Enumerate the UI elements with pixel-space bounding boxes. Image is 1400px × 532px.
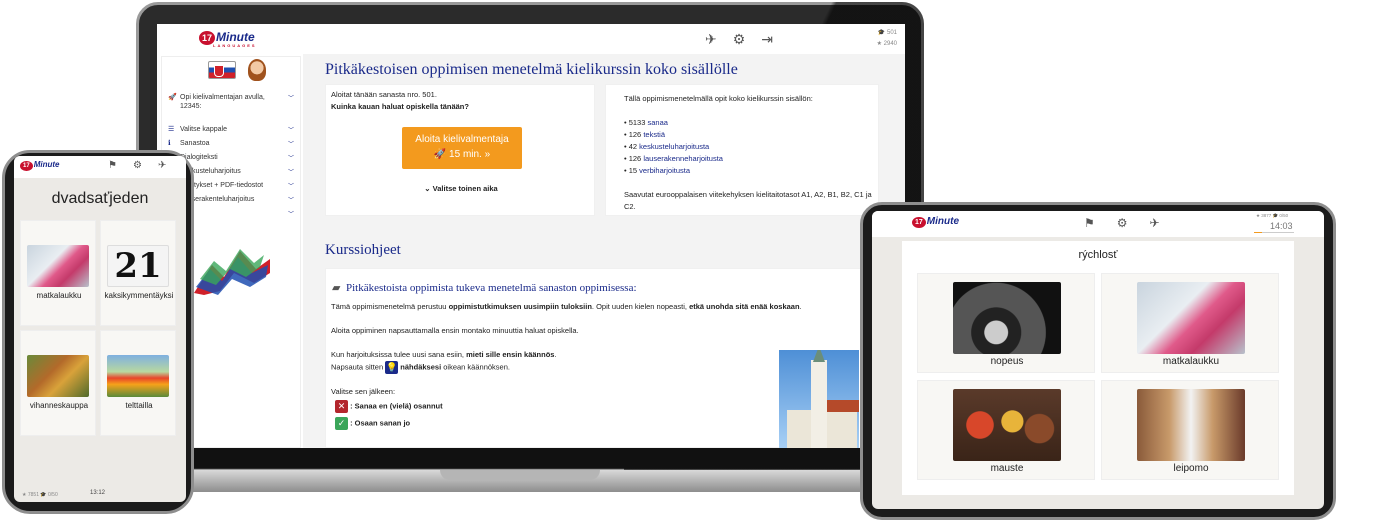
teacher-avatar[interactable] [248, 59, 266, 81]
logout-icon[interactable]: ⇥ [761, 31, 773, 48]
laptop-notch [440, 470, 600, 480]
tablet-top-bar: 17 Minute ⚑ ⚙ ✈︎ ★ 3877 🎓 0/50 14:03 [872, 211, 1324, 237]
phone-screen: 17 Minute ⚑ ⚙ ✈︎ dvadsaťjeden matkalaukku… [14, 156, 186, 502]
tent-image [107, 355, 169, 397]
phone-timer: 13:12 [90, 490, 106, 496]
timer-progress-bar [1254, 232, 1294, 233]
section-title: Kurssiohjeet [325, 242, 401, 258]
tablet-top-icons: ⚑ ⚙ ✈︎ [1084, 216, 1160, 230]
check-icon: ✓ [335, 417, 348, 430]
phone-top-bar: 17 Minute ⚑ ⚙ ✈︎ [14, 156, 186, 178]
exercise-panel: rýchlosť nopeus matkalaukku mauste leipo… [902, 241, 1294, 495]
content-item-conversations: • 42 keskusteluharjoitusta [624, 142, 710, 151]
top-icons: ✈︎ ⚙ ⇥ [705, 31, 773, 48]
chevron-down-icon: ﹀ [287, 142, 294, 148]
content-item-words: • 5133 sanaa [624, 118, 668, 127]
content-card: Tällä oppimismenetelmällä opit koko kiel… [605, 84, 879, 216]
device-showcase: 17 Minute LANGUAGES ✈︎ ⚙ ⇥ 🎓 501 ★ 2940 🚀… [0, 0, 1400, 532]
answer-tile[interactable]: mauste [917, 380, 1095, 480]
vocab-icon: ℹ [168, 140, 171, 147]
answer-tile[interactable]: telttailla [100, 330, 176, 436]
lightbulb-icon: 💡 [385, 361, 399, 374]
vegetable-shop-image [27, 355, 89, 397]
chevron-down-icon: ﹀ [287, 128, 294, 134]
no-distraction-icon[interactable]: ✈︎ [705, 31, 717, 48]
chevron-down-icon: ﹀ [287, 198, 294, 204]
words-link[interactable]: sanaa [648, 118, 668, 127]
top-bar: 17 Minute LANGUAGES ✈︎ ⚙ ⇥ 🎓 501 ★ 2940 [157, 24, 905, 54]
rocket-icon: 🚀 [168, 94, 177, 101]
sentences-link[interactable]: lauserakenneharjoitusta [643, 154, 723, 163]
mountain-illustration [194, 249, 270, 295]
answer-tile[interactable]: matkalaukku [20, 220, 96, 326]
number-21-image: 21 [107, 245, 169, 287]
answer-tile[interactable]: vihanneskauppa [20, 330, 96, 436]
slovak-flag-icon[interactable] [208, 61, 236, 79]
speedometer-image [953, 282, 1061, 354]
points-count: 2940 [883, 41, 897, 47]
suitcase-image [1137, 282, 1245, 354]
content-item-sentences: • 126 lauserakenneharjoitusta [624, 154, 723, 163]
start-card: Aloitat tänään sanasta nro. 501. Kuinka … [325, 84, 595, 216]
spices-image [953, 389, 1061, 461]
app-logo[interactable]: 17 Minute [912, 216, 959, 228]
bakery-image [1137, 389, 1245, 461]
content-item-verbs: • 15 verbiharjoitusta [624, 166, 691, 175]
chevron-down-icon: ﹀ [287, 212, 294, 218]
content-item-texts: • 126 tekstiä [624, 130, 666, 139]
gear-icon[interactable]: ⚙ [133, 160, 142, 171]
suitcase-image [27, 245, 89, 287]
tablet-screen: 17 Minute ⚑ ⚙ ✈︎ ★ 3877 🎓 0/50 14:03 rých… [872, 211, 1324, 509]
gear-icon[interactable]: ⚙ [1117, 216, 1128, 230]
tablet-stats: ★ 3877 🎓 0/50 [1256, 213, 1289, 218]
start-coach-button[interactable]: Aloita kielivalmentaja 🚀 15 min. » [402, 127, 522, 169]
chevron-down-icon: ﹀ [287, 184, 294, 190]
user-stats: 🎓 501 ★ 2940 [876, 30, 897, 47]
laptop-screen: 17 Minute LANGUAGES ✈︎ ⚙ ⇥ 🎓 501 ★ 2940 🚀… [157, 24, 905, 448]
laptop-bezel [157, 448, 905, 468]
no-distraction-icon[interactable]: ✈︎ [1150, 216, 1160, 230]
conversations-link[interactable]: keskusteluharjoitusta [639, 142, 709, 151]
book-icon: ▰ [332, 282, 341, 294]
app-logo[interactable]: 17 Minute LANGUAGES [199, 30, 257, 48]
texts-link[interactable]: tekstiä [643, 130, 665, 139]
levels-text: Saavutat eurooppalaisen viitekehyksen ki… [624, 190, 872, 211]
app-logo[interactable]: 17 Minute [20, 160, 59, 171]
no-distraction-icon[interactable]: ✈︎ [158, 160, 166, 171]
target-word: rýchlosť [1078, 249, 1118, 261]
answer-tile[interactable]: 21 kaksikymmentäyksi [100, 220, 176, 326]
chevron-down-icon: ﹀ [287, 96, 294, 102]
start-question: Kuinka kauan haluat opiskella tänään? [331, 102, 469, 111]
start-info: Aloitat tänään sanasta nro. 501. [331, 90, 437, 99]
church-image [779, 350, 859, 448]
chevron-down-icon: ⌄ [424, 184, 431, 193]
choose-other-time-link[interactable]: ⌄ Valitse toinen aika [326, 183, 596, 195]
chevron-down-icon: ﹀ [287, 156, 294, 162]
exercise-icon[interactable]: ⚑ [108, 160, 117, 171]
answer-tile[interactable]: matkalaukku [1101, 273, 1279, 373]
instructions-heading: ▰ Pitkäkestoista oppimista tukeva menete… [332, 282, 637, 294]
answer-tile[interactable]: leipomo [1101, 380, 1279, 480]
list-icon: ☰ [168, 126, 175, 133]
tablet-timer: 14:03 [1270, 221, 1293, 231]
gear-icon[interactable]: ⚙ [733, 31, 746, 48]
target-word: dvadsaťjeden [51, 190, 149, 207]
learned-count: 501 [886, 30, 897, 36]
verbs-link[interactable]: verbiharjoitusta [639, 166, 690, 175]
sidebar-item-coach[interactable]: 🚀 Opi kielivalmentajan avulla, 12345: ﹀ [168, 93, 294, 111]
sidebar-item-vocabulary[interactable]: ℹ Sanastoa ﹀ [168, 139, 294, 148]
instructions-p1: Tämä oppimismenetelmä perustuu oppimistu… [331, 302, 802, 311]
page-title: Pitkäkestoisen oppimisen menetelmä kieli… [325, 61, 738, 78]
exercise-icon[interactable]: ⚑ [1084, 216, 1095, 230]
phone-status: ★ 7851 🎓 0/50 [22, 492, 58, 498]
cross-icon: ✕ [335, 400, 348, 413]
instructions-p2: Aloita oppiminen napsauttamalla ensin mo… [331, 326, 579, 335]
phone-top-icons: ⚑ ⚙ ✈︎ [108, 160, 166, 171]
chevron-down-icon: ﹀ [287, 170, 294, 176]
answer-tile[interactable]: nopeus [917, 273, 1095, 373]
sidebar-item-lesson[interactable]: ☰ Valitse kappale ﹀ [168, 125, 294, 134]
